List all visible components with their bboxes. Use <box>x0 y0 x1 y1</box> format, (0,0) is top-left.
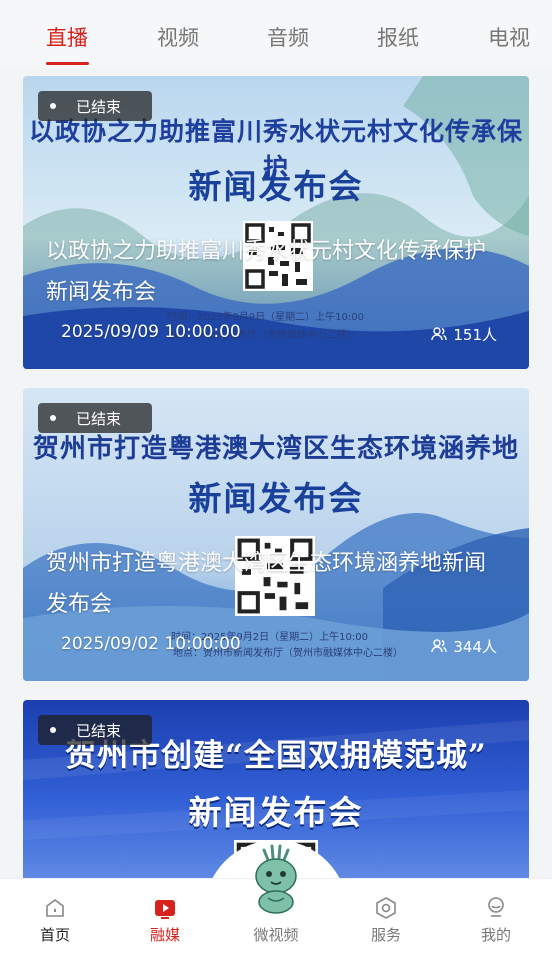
live-card[interactable]: 以政协之力助推富川秀水状元村文化传承保护 新闻发布会 时间：2025年9月9日（… <box>23 76 529 369</box>
nav-service[interactable]: 服务 <box>346 879 426 953</box>
tab-tv[interactable]: 电视 <box>488 22 530 52</box>
poster-headline: 贺州市打造粤港澳大湾区生态环境涵养地 <box>32 434 519 464</box>
nav-profile[interactable]: 我的 <box>456 879 536 953</box>
nav-media[interactable]: 融媒 <box>125 879 205 953</box>
profile-icon <box>488 897 504 917</box>
play-icon <box>155 900 175 919</box>
status-dot-icon <box>50 727 56 733</box>
tab-live[interactable]: 直播 <box>46 22 88 52</box>
nav-service-label: 服务 <box>370 926 401 944</box>
nav-home-label: 首页 <box>39 926 70 944</box>
mascot-icon[interactable] <box>246 844 306 914</box>
viewer-count: 151人 <box>431 324 497 345</box>
home-icon <box>46 899 64 917</box>
people-icon <box>431 639 448 653</box>
status-dot-icon <box>50 103 56 109</box>
status-dot-icon <box>50 415 56 421</box>
top-tab-bar: 直播 视频 音频 报纸 电视 <box>0 0 552 68</box>
poster-subhead: 新闻发布会 <box>188 793 364 832</box>
tab-newspaper[interactable]: 报纸 <box>377 22 419 52</box>
card-datetime: 2025/09/09 10:00:00 <box>61 322 241 342</box>
active-tab-indicator <box>46 62 89 65</box>
card-title[interactable]: 以政协之力助推富川秀水状元村文化传承保护新闻发布会 <box>46 231 506 313</box>
status-label: 已结束 <box>76 410 122 428</box>
poster-subhead: 新闻发布会 <box>188 479 364 518</box>
status-badge: 已结束 <box>38 91 152 121</box>
poster-subhead: 新闻发布会 <box>188 167 364 206</box>
nav-profile-label: 我的 <box>480 926 511 944</box>
nav-micro-video-label: 微视频 <box>253 926 299 944</box>
card-title[interactable]: 贺州市打造粤港澳大湾区生态环境涵养地新闻发布会 <box>46 543 506 625</box>
tab-audio[interactable]: 音频 <box>267 22 309 52</box>
status-badge: 已结束 <box>38 715 152 745</box>
nav-media-label: 融媒 <box>149 926 180 944</box>
people-icon <box>431 327 448 341</box>
nav-home[interactable]: 首页 <box>15 879 95 953</box>
tab-video[interactable]: 视频 <box>157 22 199 52</box>
viewer-count-label: 151人 <box>453 326 497 344</box>
status-label: 已结束 <box>76 722 122 740</box>
viewer-count: 344人 <box>431 636 497 657</box>
live-card[interactable]: 贺州市打造粤港澳大湾区生态环境涵养地 新闻发布会 时间：2025年9月2日（星期… <box>23 388 529 681</box>
viewer-count-label: 344人 <box>453 638 497 656</box>
service-icon <box>376 897 396 919</box>
card-datetime: 2025/09/02 10:00:00 <box>61 634 241 654</box>
status-badge: 已结束 <box>38 403 152 433</box>
status-label: 已结束 <box>76 98 122 116</box>
